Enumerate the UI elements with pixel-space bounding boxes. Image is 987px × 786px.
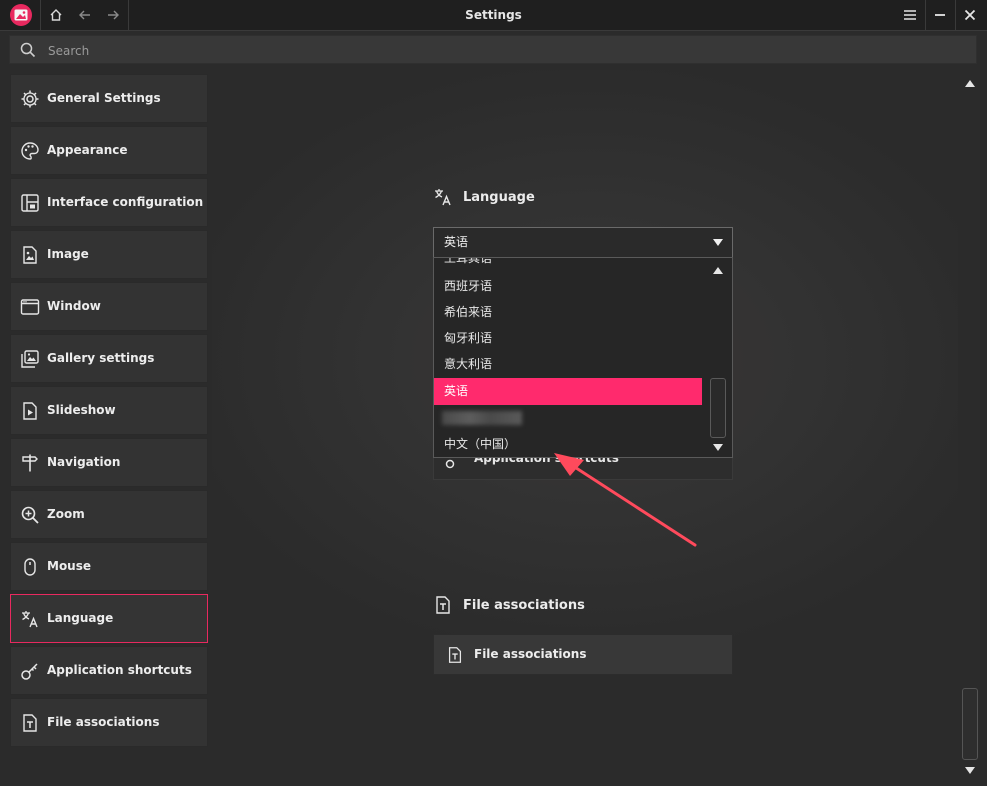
list-item-selected[interactable]: 英语 — [434, 378, 702, 405]
scroll-up-icon[interactable] — [713, 267, 723, 274]
list-item[interactable]: 土耳其语 — [434, 258, 702, 272]
close-button[interactable] — [955, 0, 985, 30]
section-title: Language — [463, 189, 535, 205]
mouse-icon — [24, 558, 36, 576]
selected-language: 英语 — [444, 235, 469, 249]
translate-icon — [435, 189, 451, 206]
signpost-icon — [22, 454, 38, 472]
palette-icon — [21, 142, 39, 160]
language-select[interactable]: 英语 — [433, 227, 733, 258]
sidebar-item-language[interactable]: Language — [10, 594, 208, 643]
window-title: Settings — [465, 8, 522, 22]
sidebar-item-label: Navigation — [47, 455, 121, 469]
caret-down-icon[interactable] — [713, 239, 723, 246]
list-item[interactable]: 意大利语 — [434, 351, 702, 378]
sidebar-item-label: Mouse — [47, 559, 92, 573]
sidebar-item-label: File associations — [47, 715, 160, 729]
scroll-down-icon[interactable] — [713, 444, 723, 451]
list-scrollbar-thumb[interactable] — [710, 378, 726, 438]
sidebar-item-window[interactable]: Window — [10, 282, 208, 331]
scroll-down-icon[interactable] — [965, 767, 975, 774]
sidebar-item-label: Appearance — [47, 143, 128, 157]
sidebar-item-label: Application shortcuts — [47, 663, 192, 677]
sidebar-item-appearance[interactable]: Appearance — [10, 126, 208, 175]
search-input[interactable] — [46, 40, 950, 62]
hamburger-menu-icon — [904, 10, 916, 20]
language-options-list[interactable]: 土耳其语 西班牙语 希伯来语 匈牙利语 意大利语 英语 中文（中国） — [433, 257, 733, 458]
sidebar-item-general-settings[interactable]: General Settings — [10, 74, 208, 123]
sidebar-item-label: Slideshow — [47, 403, 116, 417]
sidebar-item-slideshow[interactable]: Slideshow — [10, 386, 208, 435]
file-text-icon — [448, 647, 462, 663]
scroll-up-icon[interactable] — [965, 80, 975, 87]
search-icon — [20, 42, 36, 58]
key-icon — [21, 663, 38, 680]
sidebar-item-interface-configuration[interactable]: Interface configuration — [10, 178, 208, 227]
sidebar-item-mouse[interactable]: Mouse — [10, 542, 208, 591]
file-associations-button[interactable]: File associations — [433, 634, 733, 675]
language-section-heading: Language — [433, 187, 535, 207]
sidebar-item-label: Gallery settings — [47, 351, 155, 365]
layout-icon — [21, 194, 39, 212]
sidebar-item-label: Image — [47, 247, 89, 261]
sidebar-item-zoom[interactable]: Zoom — [10, 490, 208, 539]
title-bar: Settings — [0, 0, 987, 31]
file-text-icon — [436, 596, 450, 614]
sidebar-item-gallery-settings[interactable]: Gallery settings — [10, 334, 208, 383]
window-icon — [20, 299, 40, 315]
page-scrollbar[interactable] — [960, 70, 982, 780]
list-item[interactable]: 匈牙利语 — [434, 325, 702, 352]
translate-icon — [22, 611, 38, 628]
sidebar-item-navigation[interactable]: Navigation — [10, 438, 208, 487]
sidebar-item-application-shortcuts[interactable]: Application shortcuts — [10, 646, 208, 695]
gear-icon — [21, 90, 39, 108]
sidebar-item-label: Language — [47, 611, 114, 625]
list-item[interactable]: 希伯来语 — [434, 299, 702, 326]
blurred-text — [442, 411, 522, 425]
annotation-arrow-icon — [554, 453, 697, 547]
key-icon — [445, 459, 455, 469]
scrollbar-thumb[interactable] — [962, 688, 978, 760]
list-item[interactable]: 西班牙语 — [434, 273, 702, 300]
sidebar-item-image[interactable]: Image — [10, 230, 208, 279]
settings-sidebar: General Settings Appearance Interface co… — [10, 74, 208, 750]
file-associations-section-heading: File associations — [433, 595, 585, 615]
minimize-icon — [935, 14, 945, 16]
menu-button[interactable] — [895, 0, 925, 30]
sidebar-item-label: General Settings — [47, 91, 161, 105]
sidebar-item-label: Zoom — [47, 507, 85, 521]
close-icon — [964, 9, 976, 21]
zoom-in-icon — [21, 506, 39, 524]
sidebar-item-label: Interface configuration — [47, 195, 204, 209]
sidebar-item-file-associations[interactable]: File associations — [10, 698, 208, 747]
list-item-obscured[interactable] — [434, 405, 702, 432]
slideshow-icon — [23, 402, 37, 420]
list-scrollbar[interactable] — [704, 258, 732, 457]
button-label: File associations — [474, 647, 587, 661]
minimize-button[interactable] — [925, 0, 955, 30]
section-title: File associations — [463, 597, 585, 613]
sidebar-item-label: Window — [47, 299, 101, 313]
gallery-icon — [21, 350, 39, 368]
search-bar — [9, 35, 977, 64]
image-file-icon — [23, 246, 37, 264]
file-text-icon — [23, 714, 37, 732]
